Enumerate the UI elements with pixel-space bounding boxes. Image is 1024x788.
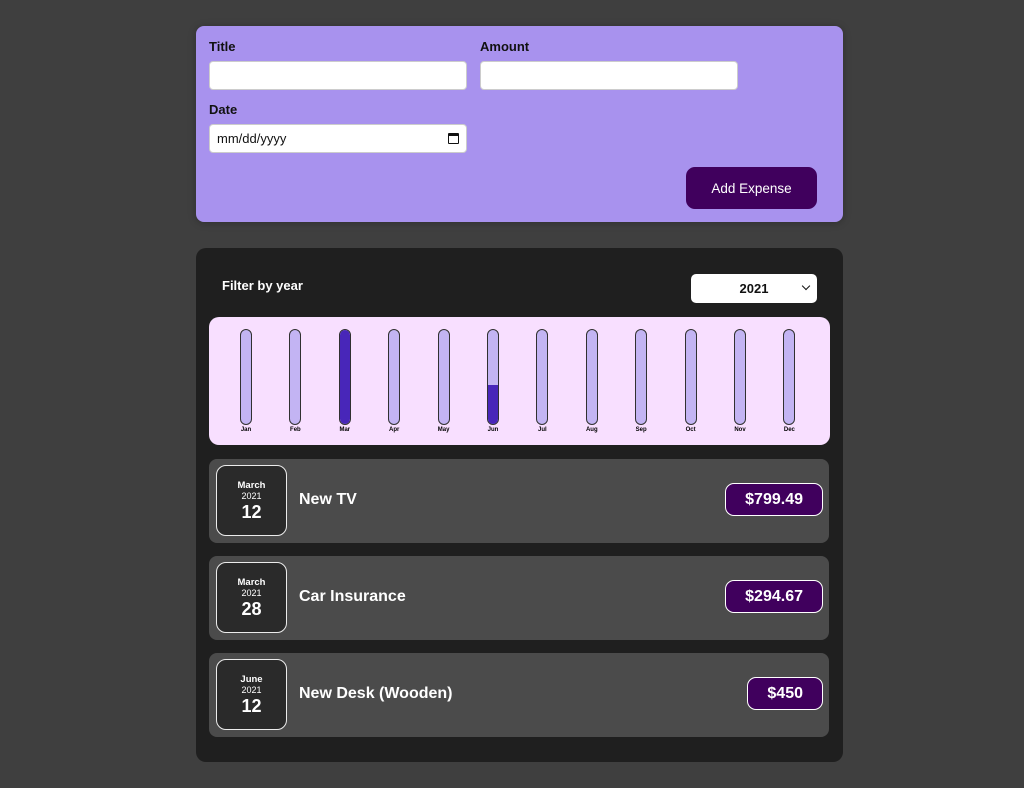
chart-bar-label: May bbox=[437, 427, 450, 433]
calendar-icon[interactable] bbox=[448, 133, 459, 144]
expense-date: June 2021 12 bbox=[216, 659, 287, 730]
expenses-chart: Jan Feb Mar Apr May Jun Jul Aug Sep Oct Nov Dec bbox=[209, 317, 830, 445]
chart-bar-label: Apr bbox=[389, 427, 400, 433]
expense-year: 2021 bbox=[241, 490, 262, 501]
expenses-card: Filter by year 2021 Jan Feb Mar Apr May Jun Ju… bbox=[196, 248, 843, 762]
chart-bar-label: Jun bbox=[487, 427, 499, 433]
expense-amount: $294.67 bbox=[725, 580, 823, 613]
chart-bar-aug: Aug bbox=[579, 329, 604, 435]
expense-date: March 2021 28 bbox=[216, 562, 287, 633]
add-expense-button[interactable]: Add Expense bbox=[686, 167, 817, 209]
date-placeholder: mm/dd/yyyy bbox=[217, 131, 287, 146]
chart-bar-jul: Jul bbox=[530, 329, 555, 435]
expense-amount: $450 bbox=[747, 677, 823, 710]
expense-item: March 2021 12 New TV $799.49 bbox=[209, 459, 829, 543]
chart-bar-label: Feb bbox=[290, 427, 301, 433]
chart-bar-track bbox=[536, 329, 549, 425]
year-select[interactable]: 2021 bbox=[691, 274, 817, 303]
chart-bar-label: Oct bbox=[685, 427, 696, 433]
chart-bar-oct: Oct bbox=[678, 329, 703, 435]
expense-title: New TV bbox=[299, 491, 357, 508]
chart-bar-dec: Dec bbox=[777, 329, 802, 435]
chart-bar-track bbox=[289, 329, 302, 425]
date-label: Date bbox=[209, 102, 238, 117]
expense-item: March 2021 28 Car Insurance $294.67 bbox=[209, 556, 829, 640]
chart-bar-label: Mar bbox=[339, 427, 351, 433]
expense-day: 12 bbox=[241, 695, 262, 716]
amount-control: Amount bbox=[480, 39, 738, 90]
chart-bar-track bbox=[783, 329, 796, 425]
filter-label: Filter by year bbox=[222, 278, 303, 293]
chart-bar-fill bbox=[339, 330, 350, 424]
chart-bar-label: Nov bbox=[734, 427, 746, 433]
chevron-down-icon bbox=[801, 281, 811, 291]
chart-bar-may: May bbox=[431, 329, 456, 435]
chart-bar-track bbox=[437, 329, 450, 425]
title-control: Title bbox=[209, 39, 467, 90]
chart-bar-track bbox=[635, 329, 648, 425]
chart-bar-track bbox=[240, 329, 252, 425]
title-label: Title bbox=[209, 39, 236, 54]
amount-label: Amount bbox=[480, 39, 530, 54]
date-input[interactable]: mm/dd/yyyy bbox=[209, 124, 467, 153]
chart-bar-label: Dec bbox=[783, 427, 795, 433]
chart-bar-jan: Jan bbox=[234, 329, 259, 435]
expense-month: June bbox=[240, 673, 263, 685]
chart-bar-label: Jan bbox=[240, 427, 252, 433]
title-input[interactable] bbox=[209, 61, 467, 90]
chart-bar-track bbox=[487, 329, 499, 425]
chart-bar-fill bbox=[488, 385, 498, 424]
expense-month: March bbox=[237, 479, 266, 491]
amount-input[interactable] bbox=[480, 61, 738, 90]
selected-year: 2021 bbox=[739, 281, 769, 296]
expense-title: New Desk (Wooden) bbox=[299, 685, 453, 702]
chart-bar-label: Jul bbox=[538, 427, 547, 433]
chart-bar-label: Aug bbox=[585, 427, 598, 433]
expense-month: March bbox=[237, 576, 266, 588]
expense-day: 12 bbox=[241, 501, 262, 522]
expense-title: Car Insurance bbox=[299, 588, 406, 605]
chart-bar-track bbox=[585, 329, 598, 425]
expense-year: 2021 bbox=[241, 587, 262, 598]
expense-day: 28 bbox=[241, 598, 262, 619]
chart-bar-feb: Feb bbox=[283, 329, 308, 435]
chart-bar-track bbox=[684, 329, 697, 425]
expense-amount: $799.49 bbox=[725, 483, 823, 516]
chart-bar-sep: Sep bbox=[629, 329, 654, 435]
chart-bar-track bbox=[734, 329, 746, 425]
chart-bar-mar: Mar bbox=[332, 329, 357, 435]
chart-bar-track bbox=[338, 329, 351, 425]
chart-bar-nov: Nov bbox=[728, 329, 753, 435]
expense-date: March 2021 12 bbox=[216, 465, 287, 536]
chart-bar-apr: Apr bbox=[382, 329, 407, 435]
chart-bar-label: Sep bbox=[635, 427, 647, 433]
date-control: Date mm/dd/yyyy bbox=[209, 102, 467, 153]
chart-bar-track bbox=[388, 329, 401, 425]
new-expense-form: Title Amount Date mm/dd/yyyy Add Expense bbox=[196, 26, 843, 222]
chart-bar-jun: Jun bbox=[481, 329, 506, 435]
expense-item: June 2021 12 New Desk (Wooden) $450 bbox=[209, 653, 829, 737]
expense-year: 2021 bbox=[241, 684, 262, 695]
